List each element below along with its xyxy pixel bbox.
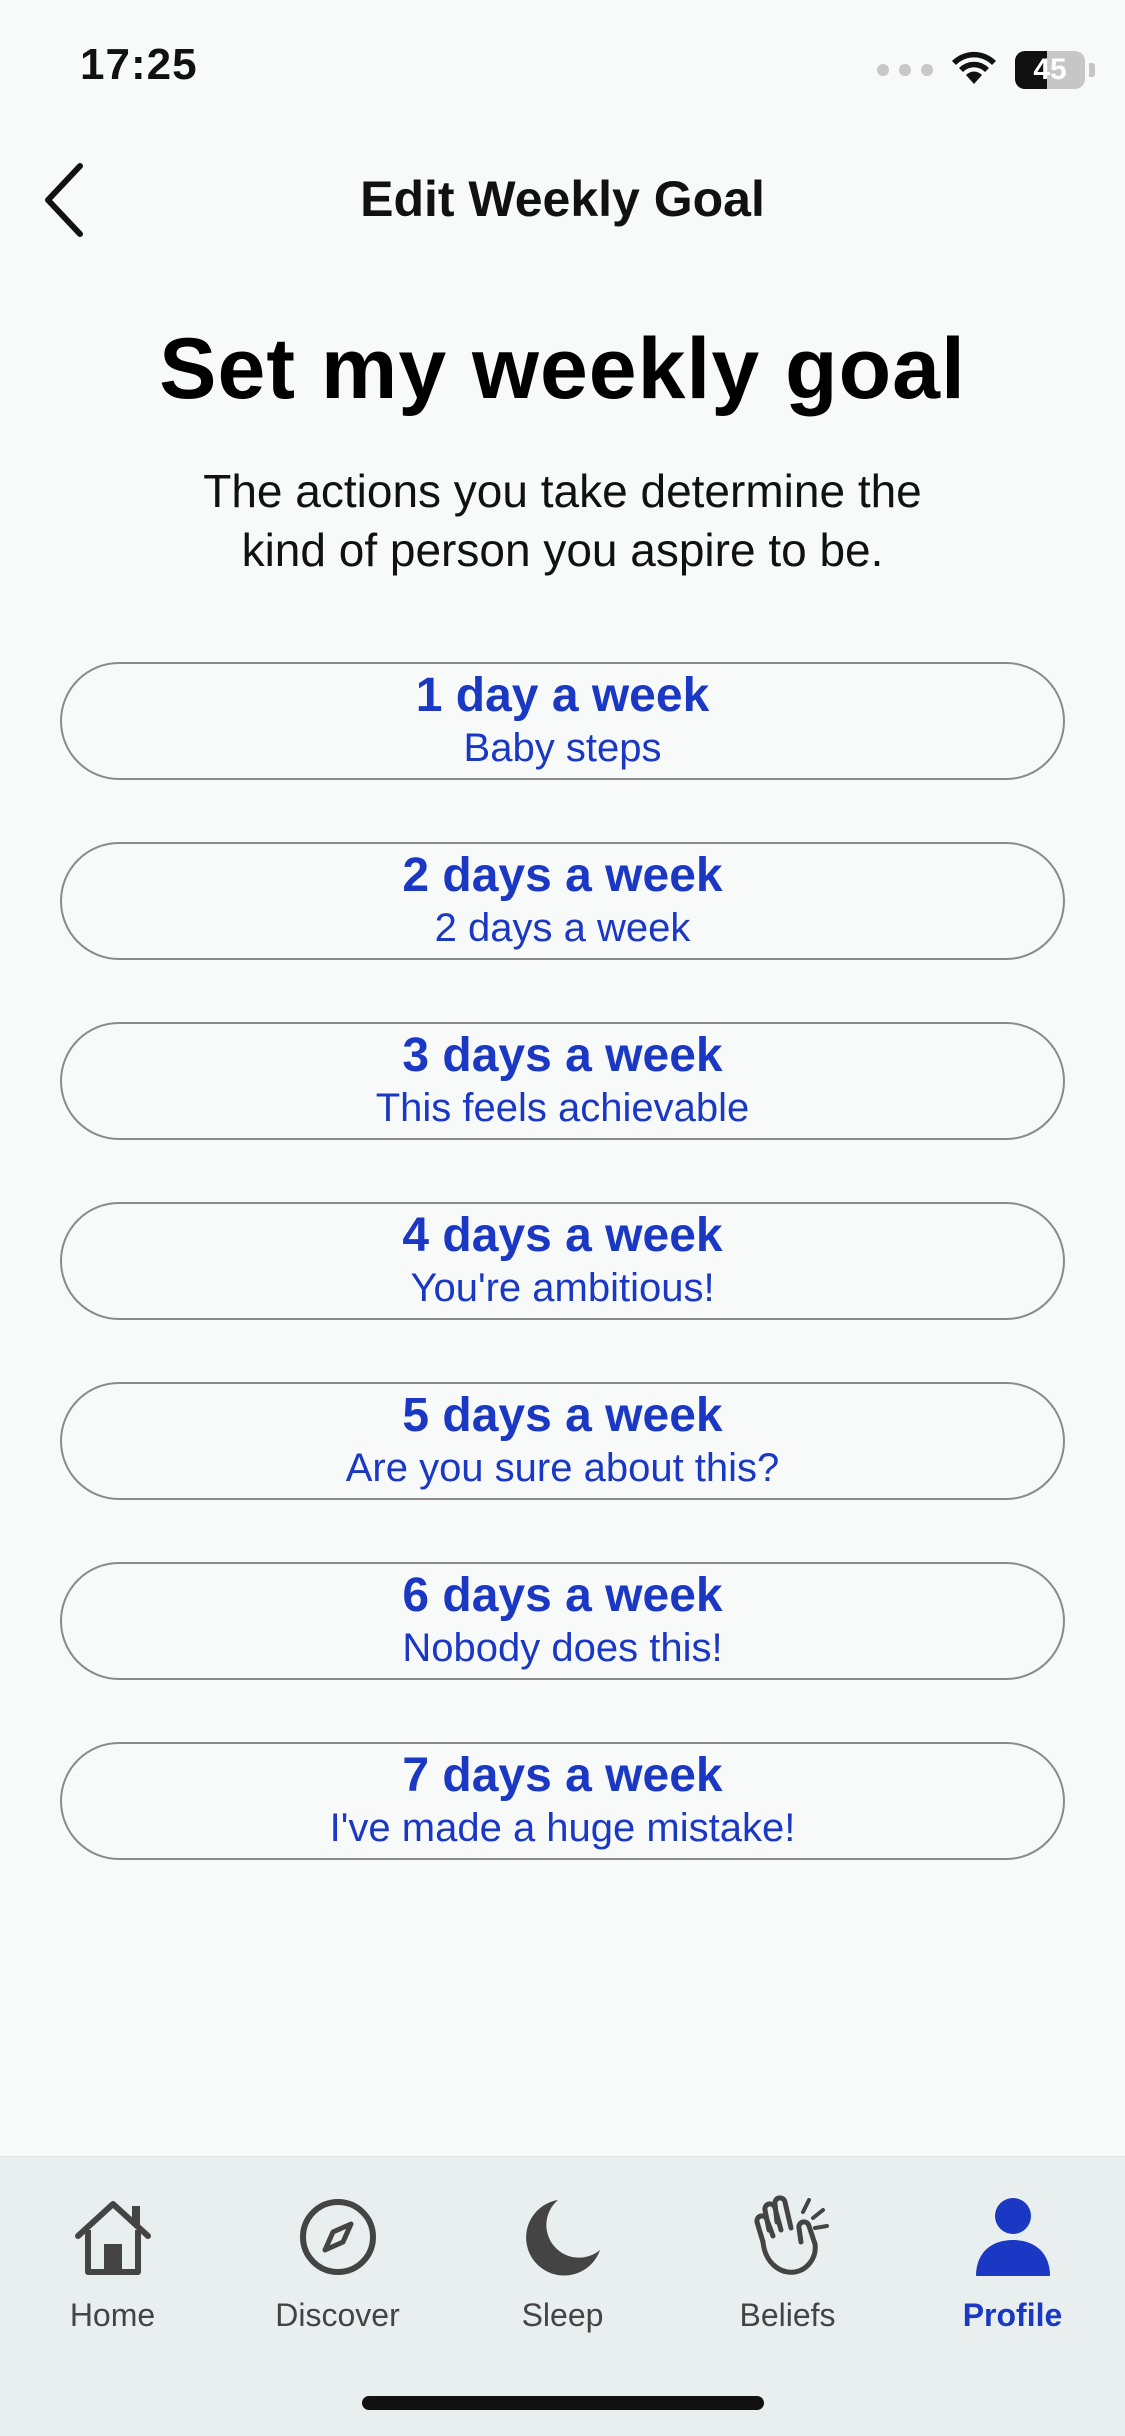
goal-option-7-days[interactable]: 7 days a week I've made a huge mistake! xyxy=(60,1742,1065,1860)
cellular-signal-icon xyxy=(877,64,933,76)
home-indicator xyxy=(362,2396,764,2410)
home-icon xyxy=(63,2187,163,2287)
option-subtitle: This feels achievable xyxy=(375,1086,750,1130)
option-subtitle: You're ambitious! xyxy=(410,1266,715,1310)
option-subtitle: Nobody does this! xyxy=(402,1626,723,1670)
tab-sleep[interactable]: Sleep xyxy=(450,2187,675,2334)
status-time: 17:25 xyxy=(80,40,198,89)
nav-header: Edit Weekly Goal xyxy=(0,150,1125,250)
tab-discover[interactable]: Discover xyxy=(225,2187,450,2334)
screen: 17:25 45 Edit Weekly Goal Set my weekly … xyxy=(0,0,1125,2436)
goal-option-2-days[interactable]: 2 days a week 2 days a week xyxy=(60,842,1065,960)
goal-option-5-days[interactable]: 5 days a week Are you sure about this? xyxy=(60,1382,1065,1500)
page-heading: Set my weekly goal xyxy=(159,321,966,417)
status-bar: 17:25 45 xyxy=(0,0,1125,140)
option-title: 4 days a week xyxy=(402,1209,723,1262)
option-title: 2 days a week xyxy=(402,849,723,902)
clapping-hands-icon xyxy=(738,2187,838,2287)
goal-option-1-day[interactable]: 1 day a week Baby steps xyxy=(60,662,1065,780)
goal-options-list: 1 day a week Baby steps 2 days a week 2 … xyxy=(60,662,1065,1922)
tab-label: Beliefs xyxy=(739,2297,836,2333)
status-indicators: 45 xyxy=(877,48,1095,92)
option-title: 3 days a week xyxy=(402,1029,723,1082)
tab-home[interactable]: Home xyxy=(0,2187,225,2334)
option-title: 5 days a week xyxy=(402,1389,723,1442)
tab-beliefs[interactable]: Beliefs xyxy=(675,2187,900,2334)
page-subtext: The actions you take determine the kind … xyxy=(203,465,922,576)
tab-label: Home xyxy=(69,2297,156,2333)
option-title: 7 days a week xyxy=(402,1749,723,1802)
person-icon xyxy=(963,2187,1063,2287)
tab-bar: Home Discover Sleep Beliefs Profile xyxy=(0,2156,1125,2436)
wifi-icon xyxy=(951,50,997,91)
goal-option-6-days[interactable]: 6 days a week Nobody does this! xyxy=(60,1562,1065,1680)
tab-label: Discover xyxy=(275,2297,400,2333)
option-title: 1 day a week xyxy=(415,669,710,722)
option-subtitle: Baby steps xyxy=(463,726,662,770)
tab-label: Sleep xyxy=(521,2297,604,2333)
compass-icon xyxy=(288,2187,388,2287)
battery-icon: 45 xyxy=(1015,51,1085,89)
battery-percent: 45 xyxy=(1033,53,1067,86)
nav-title: Edit Weekly Goal xyxy=(360,171,765,227)
goal-option-3-days[interactable]: 3 days a week This feels achievable xyxy=(60,1022,1065,1140)
option-subtitle: Are you sure about this? xyxy=(345,1446,780,1490)
goal-option-4-days[interactable]: 4 days a week You're ambitious! xyxy=(60,1202,1065,1320)
option-title: 6 days a week xyxy=(402,1569,723,1622)
tab-profile[interactable]: Profile xyxy=(900,2187,1125,2334)
battery-nub xyxy=(1089,63,1095,77)
tab-label: Profile xyxy=(962,2297,1063,2333)
option-subtitle: I've made a huge mistake! xyxy=(329,1806,796,1850)
moon-icon xyxy=(513,2187,613,2287)
option-subtitle: 2 days a week xyxy=(434,906,691,950)
